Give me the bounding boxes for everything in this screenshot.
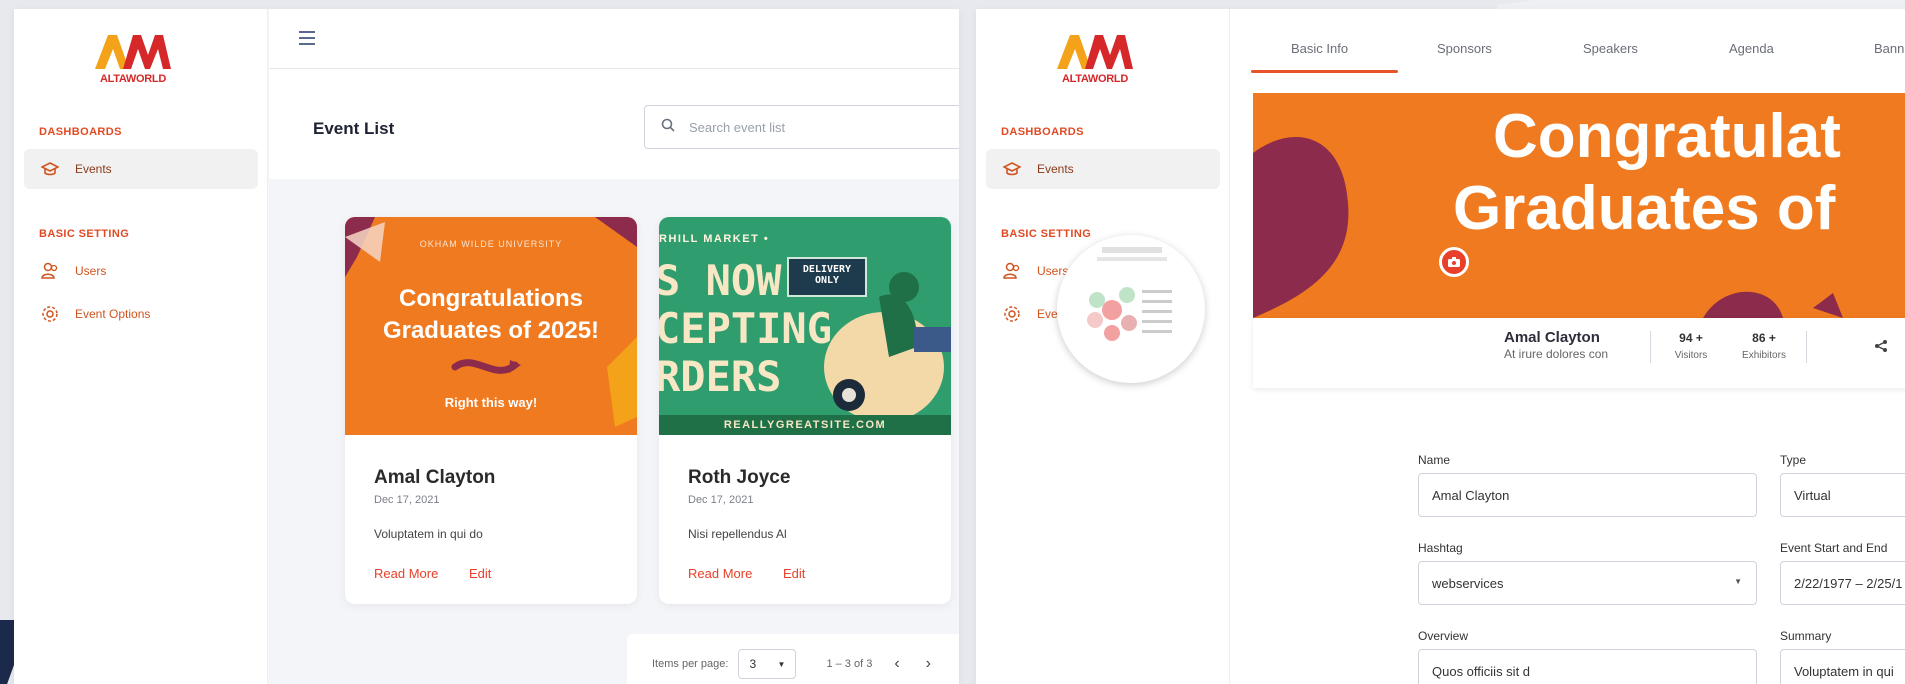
event-title: Roth Joyce bbox=[688, 467, 791, 488]
type-field[interactable]: Virtual bbox=[1780, 473, 1905, 517]
search-icon bbox=[661, 118, 675, 137]
sidebar-item-label: Event Options bbox=[1037, 307, 1113, 321]
event-list-screen: ALTAWORLD DASHBOARDS Events BASIC SETTIN… bbox=[14, 9, 959, 684]
logo-text: ALTAWORLD bbox=[1062, 73, 1128, 85]
sidebar-item-label: Event Options bbox=[75, 307, 151, 321]
graduation-cap-icon bbox=[40, 159, 60, 179]
read-more-link[interactable]: Read More bbox=[688, 566, 752, 581]
tab-banners[interactable]: Banne bbox=[1874, 41, 1905, 56]
event-date: Dec 17, 2021 bbox=[374, 494, 440, 506]
section-heading-basic-setting: BASIC SETTING bbox=[39, 228, 130, 240]
tab-speakers[interactable]: Speakers bbox=[1583, 41, 1638, 56]
sidebar-item-label: Events bbox=[1037, 162, 1074, 176]
sidebar-item-events[interactable]: Events bbox=[986, 149, 1220, 189]
top-bar bbox=[269, 9, 959, 69]
name-field[interactable]: Amal Clayton bbox=[1418, 473, 1757, 517]
sidebar-item-event-options[interactable]: Event Options bbox=[986, 294, 1220, 334]
gear-icon bbox=[1002, 304, 1022, 324]
pagination: Items per page: 3 ▼ 1 – 3 of 3 ‹ › bbox=[627, 634, 959, 684]
sidebar-item-events[interactable]: Events bbox=[24, 149, 258, 189]
search-input[interactable]: Search event list bbox=[644, 105, 959, 149]
banner-line-1: S NOW bbox=[659, 256, 782, 305]
gear-icon bbox=[40, 304, 60, 324]
hashtag-select[interactable]: webservices ▼ bbox=[1418, 561, 1757, 605]
banner-kicker: RHILL MARKET • bbox=[659, 233, 770, 245]
logo-text: ALTAWORLD bbox=[100, 73, 166, 85]
prev-page-icon[interactable]: ‹ bbox=[894, 655, 899, 673]
section-heading-dashboards: DASHBOARDS bbox=[39, 126, 122, 138]
read-more-link[interactable]: Read More bbox=[374, 566, 438, 581]
sidebar-item-label: Users bbox=[75, 264, 107, 278]
overview-field[interactable]: Quos officiis sit d bbox=[1418, 649, 1757, 684]
page-title: Event List bbox=[313, 119, 395, 138]
event-description: Voluptatem in qui do bbox=[374, 527, 483, 541]
sign-line-2: ONLY bbox=[814, 275, 840, 286]
tab-basic-info[interactable]: Basic Info bbox=[1291, 41, 1348, 56]
sidebar-item-label: Events bbox=[75, 162, 112, 176]
next-page-icon[interactable]: › bbox=[926, 655, 931, 673]
edit-link[interactable]: Edit bbox=[783, 566, 805, 581]
camera-icon[interactable] bbox=[1439, 247, 1469, 277]
sidebar-item-users[interactable]: Users bbox=[24, 251, 258, 291]
tab-sponsors[interactable]: Sponsors bbox=[1437, 41, 1492, 56]
altaworld-logo: ALTAWORLD bbox=[1055, 31, 1135, 86]
menu-icon[interactable] bbox=[299, 31, 315, 45]
section-heading-basic-setting: BASIC SETTING bbox=[1001, 228, 1092, 240]
altaworld-logo: ALTAWORLD bbox=[93, 31, 173, 86]
caret-down-icon: ▼ bbox=[777, 659, 786, 669]
users-icon bbox=[1002, 261, 1022, 281]
users-icon bbox=[40, 261, 60, 281]
event-banner-image: RHILL MARKET • S NOW CEPTING RDERS DELIV… bbox=[659, 217, 951, 435]
summary-field[interactable]: Voluptatem in qui bbox=[1780, 649, 1905, 684]
banner-headline-2: Graduates of 2025! bbox=[382, 317, 600, 344]
page-range: 1 – 3 of 3 bbox=[826, 658, 873, 670]
caret-down-icon: ▼ bbox=[1734, 577, 1742, 586]
edit-link[interactable]: Edit bbox=[469, 566, 491, 581]
banner-footer: REALLYGREATSITE.COM bbox=[723, 419, 887, 431]
sign-line-1: DELIVERY bbox=[802, 264, 852, 275]
items-per-page-label: Items per page: bbox=[652, 658, 729, 670]
search-placeholder: Search event list bbox=[689, 119, 786, 135]
tab-agenda[interactable]: Agenda bbox=[1729, 41, 1774, 56]
delivery-sign: DELIVERY ONLY bbox=[787, 257, 867, 297]
items-per-page-select[interactable]: 3 ▼ bbox=[738, 649, 797, 679]
sidebar-item-users[interactable]: Users bbox=[986, 251, 1220, 291]
list-header: Event List Search event list bbox=[269, 69, 959, 179]
banner-line-2: CEPTING bbox=[659, 304, 833, 353]
event-card[interactable]: OKHAM WILDE UNIVERSITY Congratulations G… bbox=[345, 217, 637, 604]
graduation-cap-icon bbox=[1002, 159, 1022, 179]
event-title: Amal Clayton bbox=[374, 467, 496, 488]
date-range-field[interactable]: 2/22/1977 – 2/25/1 bbox=[1780, 561, 1905, 605]
sidebar: ALTAWORLD DASHBOARDS Events BASIC SETTIN… bbox=[14, 9, 268, 684]
event-card[interactable]: RHILL MARKET • S NOW CEPTING RDERS DELIV… bbox=[659, 217, 951, 604]
share-icon[interactable] bbox=[1874, 339, 1888, 358]
banner-kicker: OKHAM WILDE UNIVERSITY bbox=[419, 239, 563, 249]
hashtag-value: webservices bbox=[1432, 575, 1504, 591]
tab-bar: Basic Info Sponsors Speakers Agenda Bann… bbox=[1231, 9, 1905, 73]
sidebar-item-event-options[interactable]: Event Options bbox=[24, 294, 258, 334]
banner-headline-1: Congratulations bbox=[399, 285, 583, 312]
banner-line-3: RDERS bbox=[659, 352, 782, 401]
items-per-page-value: 3 bbox=[749, 657, 757, 671]
active-tab-indicator bbox=[1251, 70, 1398, 73]
section-heading-dashboards: DASHBOARDS bbox=[1001, 126, 1084, 138]
sidebar: ALTAWORLD DASHBOARDS Events BASIC SETTIN… bbox=[976, 9, 1230, 684]
sidebar-item-label: Users bbox=[1037, 264, 1069, 278]
event-description: Nisi repellendus Al bbox=[688, 527, 787, 541]
banner-cta: Right this way! bbox=[444, 395, 538, 410]
event-banner-image: OKHAM WILDE UNIVERSITY Congratulations G… bbox=[345, 217, 637, 435]
event-date: Dec 17, 2021 bbox=[688, 494, 754, 506]
